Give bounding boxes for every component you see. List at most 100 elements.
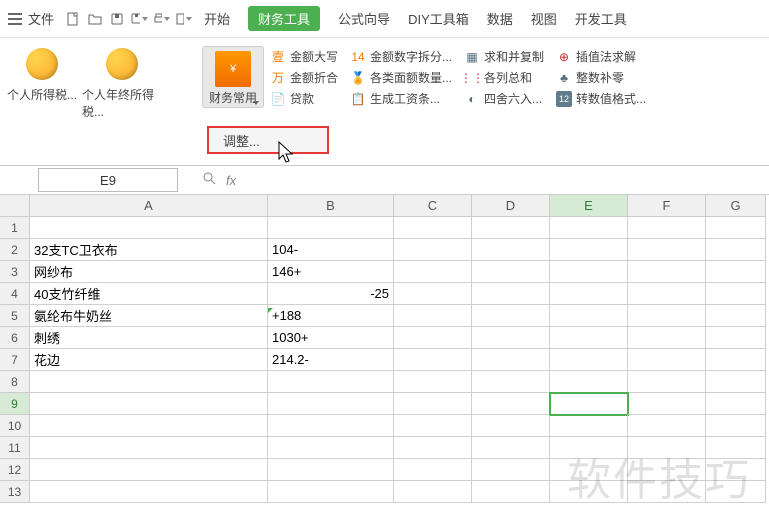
row-header[interactable]: 6 xyxy=(0,327,30,349)
cell[interactable] xyxy=(394,217,472,239)
col-header-F[interactable]: F xyxy=(628,195,706,217)
cell[interactable] xyxy=(706,437,766,459)
cell[interactable] xyxy=(394,261,472,283)
cell[interactable] xyxy=(628,437,706,459)
cell-selected[interactable] xyxy=(550,393,628,415)
cell[interactable] xyxy=(394,415,472,437)
cell[interactable]: 32支TC卫衣布 xyxy=(30,239,268,261)
cell[interactable] xyxy=(706,371,766,393)
fx-icon[interactable]: fx xyxy=(226,173,236,188)
cell[interactable]: 氨纶布牛奶丝 xyxy=(30,305,268,327)
cell[interactable] xyxy=(268,437,394,459)
cell[interactable] xyxy=(472,437,550,459)
select-all-corner[interactable] xyxy=(0,195,30,217)
cell[interactable] xyxy=(706,327,766,349)
denomination-item[interactable]: 🏅各类面额数量... xyxy=(350,69,452,86)
cell[interactable] xyxy=(550,437,628,459)
cell[interactable] xyxy=(268,415,394,437)
cell[interactable]: 1030+ xyxy=(268,327,394,349)
cell[interactable] xyxy=(628,371,706,393)
cell[interactable]: 146+ xyxy=(268,261,394,283)
cell[interactable]: 104- xyxy=(268,239,394,261)
cell[interactable] xyxy=(394,327,472,349)
row-header[interactable]: 5 xyxy=(0,305,30,327)
cell[interactable] xyxy=(472,327,550,349)
loan-item[interactable]: 📄贷款 xyxy=(270,90,338,107)
cell[interactable] xyxy=(394,349,472,371)
print-icon[interactable] xyxy=(152,10,170,28)
cell[interactable] xyxy=(30,371,268,393)
cell[interactable]: 刺绣 xyxy=(30,327,268,349)
col-header-G[interactable]: G xyxy=(706,195,766,217)
cell[interactable] xyxy=(394,459,472,481)
cell[interactable] xyxy=(706,393,766,415)
row-header[interactable]: 7 xyxy=(0,349,30,371)
cell[interactable] xyxy=(394,239,472,261)
num-format-item[interactable]: 12转数值格式... xyxy=(556,90,646,107)
sum-merge-item[interactable]: ▦求和并复制 xyxy=(464,48,544,65)
open-folder-icon[interactable] xyxy=(86,10,104,28)
digit-split-item[interactable]: 14金额数字拆分... xyxy=(350,48,452,65)
new-doc-icon[interactable] xyxy=(64,10,82,28)
cell[interactable] xyxy=(472,305,550,327)
cell[interactable] xyxy=(394,393,472,415)
cell[interactable] xyxy=(550,481,628,503)
annual-tax-button[interactable]: 个人年终所得税... xyxy=(82,44,162,120)
cell[interactable] xyxy=(628,393,706,415)
zoom-sheet-icon[interactable] xyxy=(202,171,218,190)
round-in-item[interactable]: ◐四舍六入... xyxy=(464,90,544,107)
page-icon[interactable] xyxy=(174,10,192,28)
cell[interactable] xyxy=(472,481,550,503)
row-header[interactable]: 8 xyxy=(0,371,30,393)
cell[interactable] xyxy=(550,305,628,327)
cell[interactable] xyxy=(550,283,628,305)
row-header[interactable]: 11 xyxy=(0,437,30,459)
cell[interactable]: -25 xyxy=(268,283,394,305)
cell[interactable]: 花边 xyxy=(30,349,268,371)
cell[interactable] xyxy=(472,217,550,239)
cell[interactable]: 网纱布 xyxy=(30,261,268,283)
tab-finance-tools[interactable]: 财务工具 xyxy=(248,6,320,31)
tab-view[interactable]: 视图 xyxy=(531,9,557,28)
row-header[interactable]: 12 xyxy=(0,459,30,481)
tab-home[interactable]: 开始 xyxy=(204,9,230,28)
name-box[interactable]: E9 xyxy=(38,168,178,192)
col-header-E[interactable]: E xyxy=(550,195,628,217)
cell[interactable] xyxy=(706,481,766,503)
col-header-C[interactable]: C xyxy=(394,195,472,217)
amount-upper-item[interactable]: 壹金额大写 xyxy=(270,48,338,65)
cell[interactable] xyxy=(30,393,268,415)
cell[interactable] xyxy=(628,261,706,283)
tab-diy-toolbox[interactable]: DIY工具箱 xyxy=(408,9,469,28)
cell[interactable] xyxy=(268,481,394,503)
personal-tax-button[interactable]: 个人所得税... xyxy=(2,44,82,103)
cell[interactable] xyxy=(30,481,268,503)
insert-solve-item[interactable]: ⊕插值法求解 xyxy=(556,48,646,65)
save-as-icon[interactable] xyxy=(130,10,148,28)
row-header[interactable]: 3 xyxy=(0,261,30,283)
cell[interactable] xyxy=(706,349,766,371)
cell[interactable] xyxy=(30,459,268,481)
payslip-item[interactable]: 📋生成工资条... xyxy=(350,90,452,107)
file-menu[interactable]: 文件 xyxy=(28,9,54,28)
cell[interactable] xyxy=(550,415,628,437)
cell[interactable] xyxy=(550,327,628,349)
col-header-A[interactable]: A xyxy=(30,195,268,217)
cell[interactable] xyxy=(550,217,628,239)
cell[interactable] xyxy=(394,283,472,305)
cell[interactable] xyxy=(268,371,394,393)
cell[interactable] xyxy=(706,283,766,305)
col-header-D[interactable]: D xyxy=(472,195,550,217)
cell[interactable] xyxy=(706,305,766,327)
cell[interactable] xyxy=(268,393,394,415)
cell[interactable] xyxy=(394,305,472,327)
row-header[interactable]: 13 xyxy=(0,481,30,503)
cell[interactable] xyxy=(628,305,706,327)
cell[interactable] xyxy=(472,349,550,371)
cell[interactable] xyxy=(30,437,268,459)
cell[interactable] xyxy=(550,349,628,371)
cell[interactable] xyxy=(550,239,628,261)
cell[interactable] xyxy=(394,437,472,459)
cell[interactable] xyxy=(472,239,550,261)
cell[interactable]: 214.2- xyxy=(268,349,394,371)
